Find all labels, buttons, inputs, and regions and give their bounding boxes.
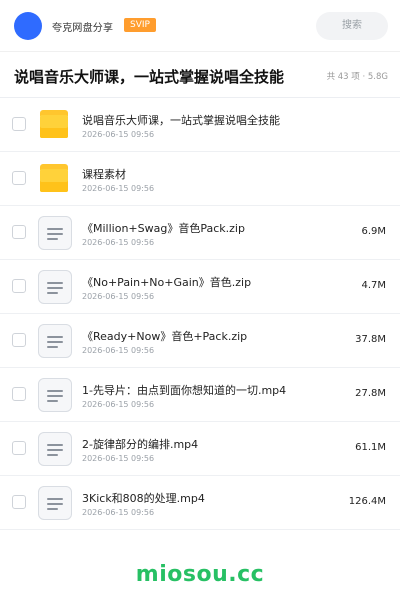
file-size: 6.9M <box>361 226 386 237</box>
select-checkbox[interactable] <box>12 441 26 455</box>
file-date: 2026-06-15 09:56 <box>82 238 155 247</box>
select-checkbox[interactable] <box>12 495 26 509</box>
select-checkbox[interactable] <box>12 333 26 347</box>
document-icon <box>38 486 72 520</box>
file-size: 61.1M <box>355 442 386 453</box>
file-size: 126.4M <box>348 496 386 507</box>
document-icon <box>38 270 72 304</box>
document-icon <box>38 216 72 250</box>
list-item[interactable]: 2-旋律部分的编排.mp4 2026-06-15 09:56 61.1M <box>0 422 400 476</box>
avatar[interactable] <box>14 12 42 40</box>
select-checkbox[interactable] <box>12 117 26 131</box>
file-list: 说唱音乐大师课，一站式掌握说唱全技能 2026-06-15 09:56 课程素材… <box>0 98 400 530</box>
file-name: 《Million+Swag》音色Pack.zip <box>82 222 245 235</box>
file-size: 4.7M <box>361 280 386 291</box>
search-button[interactable]: 搜索 <box>316 12 388 40</box>
list-item[interactable]: 《No+Pain+No+Gain》音色.zip 2026-06-15 09:56… <box>0 260 400 314</box>
folder-icon <box>38 162 72 196</box>
brand-name: 夸克网盘分享 <box>52 23 114 34</box>
document-icon <box>38 324 72 358</box>
list-item[interactable]: 1-先导片：由点到面你想知道的一切.mp4 2026-06-15 09:56 2… <box>0 368 400 422</box>
file-date: 2026-06-15 09:56 <box>82 184 155 193</box>
list-item[interactable]: 课程素材 2026-06-15 09:56 <box>0 152 400 206</box>
file-date: 2026-06-15 09:56 <box>82 454 155 463</box>
watermark: miosou.cc <box>135 562 265 587</box>
file-name: 课程素材 <box>82 168 126 181</box>
file-date: 2026-06-15 09:56 <box>82 130 155 139</box>
select-checkbox[interactable] <box>12 225 26 239</box>
select-checkbox[interactable] <box>12 387 26 401</box>
list-item[interactable]: 《Million+Swag》音色Pack.zip 2026-06-15 09:5… <box>0 206 400 260</box>
top-bar: 夸克网盘分享 SVIP 搜索 <box>0 0 400 52</box>
select-checkbox[interactable] <box>12 279 26 293</box>
svip-badge: SVIP <box>124 18 156 32</box>
file-name: 《Ready+Now》音色+Pack.zip <box>82 330 248 343</box>
page-title: 说唱音乐大师课，一站式掌握说唱全技能 <box>14 68 285 86</box>
document-icon <box>38 432 72 466</box>
share-summary: 共 43 项 · 5.8G <box>326 72 388 82</box>
select-checkbox[interactable] <box>12 171 26 185</box>
file-date: 2026-06-15 09:56 <box>82 400 155 409</box>
file-name: 2-旋律部分的编排.mp4 <box>82 438 199 451</box>
list-item[interactable]: 说唱音乐大师课，一站式掌握说唱全技能 2026-06-15 09:56 <box>0 98 400 152</box>
file-size: 27.8M <box>355 388 386 399</box>
file-name: 说唱音乐大师课，一站式掌握说唱全技能 <box>82 114 280 127</box>
list-item[interactable]: 《Ready+Now》音色+Pack.zip 2026-06-15 09:56 … <box>0 314 400 368</box>
file-date: 2026-06-15 09:56 <box>82 346 155 355</box>
folder-icon <box>38 108 72 142</box>
file-size: 37.8M <box>355 334 386 345</box>
file-date: 2026-06-15 09:56 <box>82 508 155 517</box>
file-name: 1-先导片：由点到面你想知道的一切.mp4 <box>82 384 287 397</box>
share-header: 说唱音乐大师课，一站式掌握说唱全技能 共 43 项 · 5.8G <box>0 52 400 98</box>
document-icon <box>38 378 72 412</box>
list-item[interactable]: 3Kick和808的处理.mp4 2026-06-15 09:56 126.4M <box>0 476 400 530</box>
file-name: 《No+Pain+No+Gain》音色.zip <box>82 276 252 289</box>
file-name: 3Kick和808的处理.mp4 <box>82 492 205 505</box>
file-date: 2026-06-15 09:56 <box>82 292 155 301</box>
